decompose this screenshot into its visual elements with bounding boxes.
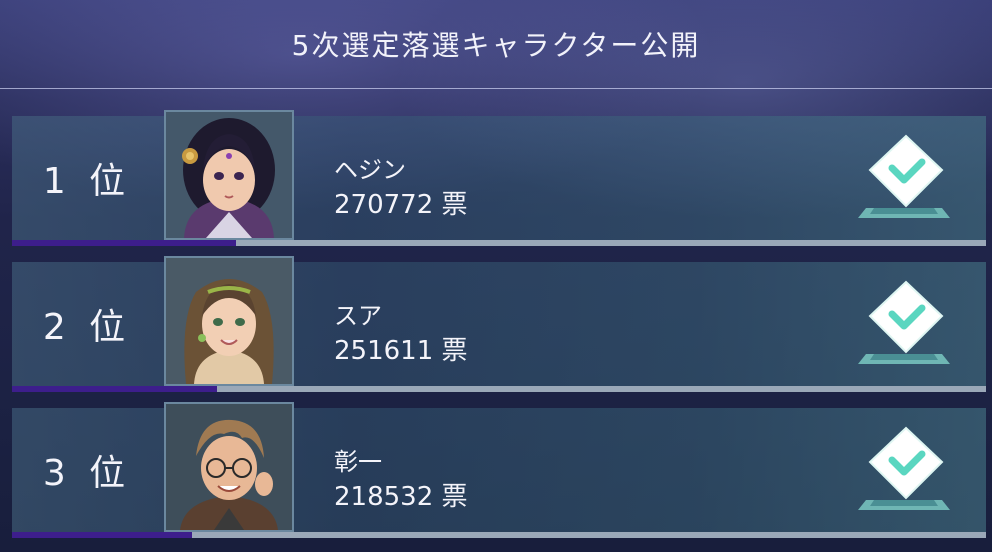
vote-unit: 票 <box>441 190 468 220</box>
rank-label: 2 位 <box>42 307 132 348</box>
vote-number: 251611 <box>334 336 434 366</box>
ranking-row-2[interactable]: 2 位 スア 251611 票 <box>12 256 986 394</box>
vote-number: 270772 <box>334 190 434 220</box>
ranking-row-3[interactable]: 3 位 彰一 218532 票 <box>12 402 986 540</box>
vote-count: 251611 票 <box>334 330 468 367</box>
vote-unit: 票 <box>441 336 468 366</box>
character-portrait-shoichi[interactable] <box>164 402 294 532</box>
ballot-box-check-icon[interactable] <box>856 422 952 518</box>
character-portrait-hejin[interactable] <box>164 110 294 240</box>
rank-label: 1 位 <box>42 161 132 202</box>
character-name: スア <box>334 302 382 330</box>
vote-bar-fill <box>12 386 217 392</box>
vote-number: 218532 <box>334 482 434 512</box>
ranking-row-1[interactable]: 1 位 ヘジン 270772 票 <box>12 110 986 248</box>
vote-count: 270772 票 <box>334 184 468 221</box>
vote-count: 218532 票 <box>334 476 468 513</box>
vote-bar-fill <box>12 532 193 538</box>
page-title: 5次選定落選キャラクター公開 <box>291 29 701 62</box>
ballot-box-check-icon[interactable] <box>856 276 952 372</box>
vote-unit: 票 <box>441 482 468 512</box>
ballot-box-check-icon[interactable] <box>856 130 952 226</box>
character-name: 彰一 <box>334 448 382 476</box>
vote-bar-fill <box>12 240 237 246</box>
header-divider <box>0 88 992 89</box>
character-portrait-sua[interactable] <box>164 256 294 386</box>
character-name: ヘジン <box>334 156 406 184</box>
rank-label: 3 位 <box>42 453 132 494</box>
header: 5次選定落選キャラクター公開 <box>0 0 992 88</box>
